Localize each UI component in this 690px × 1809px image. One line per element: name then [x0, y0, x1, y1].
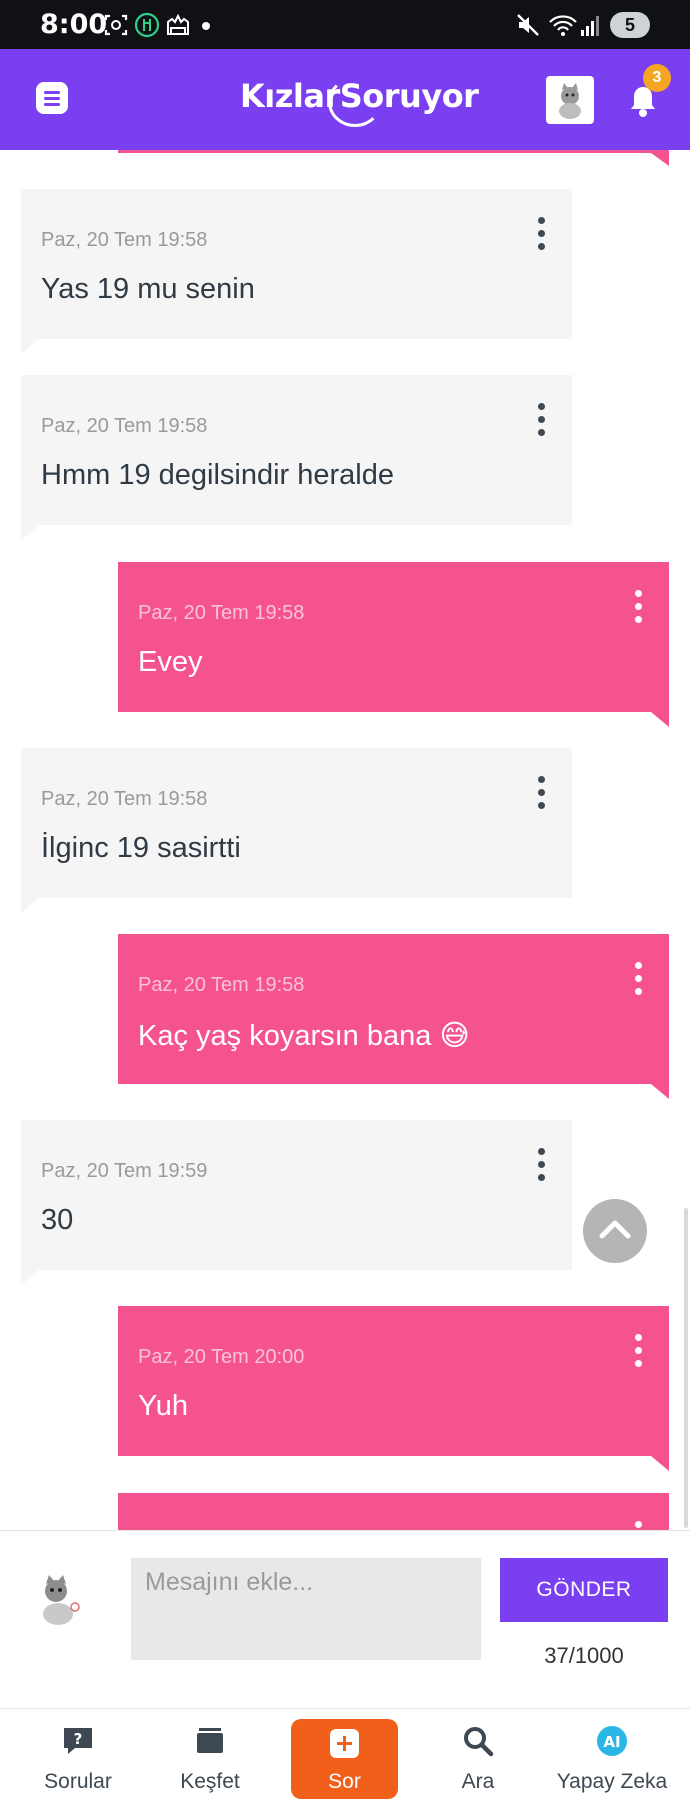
screenshot-icon: [104, 14, 128, 36]
message-bubble-incoming[interactable]: Paz, 20 Tem 19:58 İlginc 19 sasirtti: [21, 748, 572, 913]
send-button[interactable]: GÖNDER: [500, 1558, 668, 1622]
message-text: Hmm 19 degilsindir heralde: [41, 459, 394, 491]
chat-screen: 8:00 5 KızlarSoruyor 3 Paz, 20 Tem 19:58…: [0, 0, 690, 1809]
scroll-to-top-button[interactable]: [583, 1199, 647, 1263]
nav-kesfet[interactable]: Keşfet: [160, 1709, 260, 1809]
mute-icon: [517, 14, 539, 36]
message-composer: GÖNDER 37/1000: [0, 1530, 690, 1709]
profile-avatar[interactable]: [546, 76, 594, 124]
message-timestamp: Paz, 20 Tem 20:00: [138, 1346, 305, 1368]
svg-text:?: ?: [74, 1730, 83, 1748]
message-text: Yas 19 mu senin: [41, 273, 255, 305]
message-text: Yuh: [138, 1390, 188, 1422]
wifi-icon: [549, 15, 577, 36]
nav-sorular[interactable]: ? Sorular: [28, 1709, 128, 1809]
message-options-icon[interactable]: [536, 776, 546, 810]
svg-text:AI: AI: [603, 1733, 620, 1751]
food-icon: [134, 12, 160, 38]
message-options-icon[interactable]: [536, 1148, 546, 1182]
plus-icon: [330, 1729, 359, 1758]
message-list: Paz, 20 Tem 19:58 Yas 19 mu senin Paz, 2…: [0, 150, 690, 1530]
message-text: Evey: [138, 646, 203, 678]
question-icon: ?: [64, 1728, 92, 1754]
app-logo[interactable]: KızlarSoruyor: [240, 77, 479, 127]
message-options-icon[interactable]: [633, 1521, 643, 1530]
chevron-up-icon: [599, 1220, 631, 1239]
message-options-icon[interactable]: [633, 962, 643, 996]
notification-badge: 3: [643, 64, 671, 92]
menu-button[interactable]: [36, 82, 68, 114]
nav-ara[interactable]: Ara: [428, 1709, 528, 1809]
message-timestamp: Paz, 20 Tem 19:58: [138, 974, 305, 996]
nav-sor-button[interactable]: Sor: [291, 1719, 398, 1799]
message-options-icon[interactable]: [633, 1334, 643, 1368]
ai-icon: AI: [597, 1726, 627, 1756]
message-options-icon[interactable]: [536, 403, 546, 437]
user-avatar: [43, 1575, 80, 1625]
message-options-icon[interactable]: [633, 590, 643, 624]
status-bar: 8:00 5: [0, 0, 690, 49]
message-timestamp: Paz, 20 Tem 19:58: [41, 415, 208, 437]
cat-avatar-icon: [559, 83, 581, 119]
cards-icon: [197, 1728, 223, 1753]
camera-icon: [167, 13, 189, 35]
message-timestamp: Paz, 20 Tem 19:59: [41, 1160, 208, 1182]
message-bubble-incoming[interactable]: Paz, 20 Tem 19:58 Yas 19 mu senin: [21, 189, 572, 354]
message-text: 30: [41, 1204, 74, 1236]
message-bubble-outgoing[interactable]: Paz, 20 Tem 19:58 Kaç yaş koyarsın bana …: [118, 934, 669, 1099]
signal-icon: [581, 16, 599, 36]
message-bubble-incoming[interactable]: Paz, 20 Tem 19:59 30: [21, 1120, 572, 1285]
message-text: İlginc 19 sasirtti: [41, 832, 241, 864]
message-text: Kaç yaş koyarsın bana 😅: [138, 1020, 470, 1052]
message-bubble-outgoing-partial[interactable]: [118, 1493, 669, 1530]
logo-swirl-icon: [328, 77, 382, 127]
character-counter: 37/1000: [544, 1643, 624, 1668]
battery-icon: 5: [610, 12, 650, 38]
message-timestamp: Paz, 20 Tem 19:58: [41, 229, 208, 251]
search-icon: [464, 1727, 494, 1757]
message-timestamp: Paz, 20 Tem 19:58: [138, 602, 305, 624]
message-input[interactable]: [131, 1558, 481, 1660]
nav-yapay-zeka[interactable]: AI Yapay Zeka: [552, 1709, 672, 1809]
message-options-icon[interactable]: [536, 217, 546, 251]
message-bubble-outgoing[interactable]: Paz, 20 Tem 19:58 Evey: [118, 562, 669, 727]
scrollbar[interactable]: [684, 1208, 688, 1528]
bottom-navigation: ? Sorular Keşfet Sor Ara AI Yapay Zeka: [0, 1709, 690, 1809]
message-bubble-incoming[interactable]: Paz, 20 Tem 19:58 Hmm 19 degilsindir her…: [21, 375, 572, 540]
status-time: 8:00: [40, 9, 108, 40]
message-bubble-outgoing[interactable]: Paz, 20 Tem 20:00 Yuh: [118, 1306, 669, 1471]
previous-message-edge: [118, 150, 669, 153]
dot-icon: [202, 22, 210, 30]
app-header: KızlarSoruyor 3: [0, 49, 690, 150]
message-timestamp: Paz, 20 Tem 19:58: [41, 788, 208, 810]
